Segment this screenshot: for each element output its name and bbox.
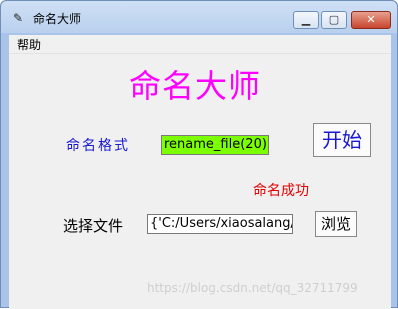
minimize-button[interactable]: ▁ [293, 11, 319, 29]
file-path-input[interactable]: {'C:/Users/xiaosalang/De [147, 214, 293, 234]
feather-icon: ✎ [13, 11, 24, 25]
format-label: 命名格式 [66, 138, 130, 154]
maximize-icon: ▢ [328, 13, 340, 26]
menu-bar: 帮助 [9, 35, 391, 54]
app-window: ✎ 命名大师 ▁ ▢ ✕ 帮助 命名大师 命名格式 rename_file(20… [0, 0, 398, 309]
browse-button[interactable]: 浏览 [315, 211, 357, 237]
title-bar[interactable]: ✎ 命名大师 ▁ ▢ ✕ [1, 1, 397, 33]
page-title: 命名大师 [129, 67, 262, 105]
minimize-icon: ▁ [301, 13, 311, 26]
window-title: 命名大师 [33, 12, 82, 26]
menu-help[interactable]: 帮助 [17, 36, 41, 53]
start-button[interactable]: 开始 [313, 123, 371, 157]
status-text: 命名成功 [253, 183, 309, 199]
close-button[interactable]: ✕ [351, 11, 391, 29]
file-label: 选择文件 [63, 217, 124, 235]
format-input[interactable]: rename_file(20) [161, 135, 269, 155]
maximize-button[interactable]: ▢ [321, 11, 347, 29]
watermark: https://blog.csdn.net/qq_32711799 [147, 281, 358, 295]
client-area: 帮助 命名大师 命名格式 rename_file(20) 开始 命名成功 选择文… [9, 35, 391, 309]
close-icon: ✕ [366, 13, 376, 26]
